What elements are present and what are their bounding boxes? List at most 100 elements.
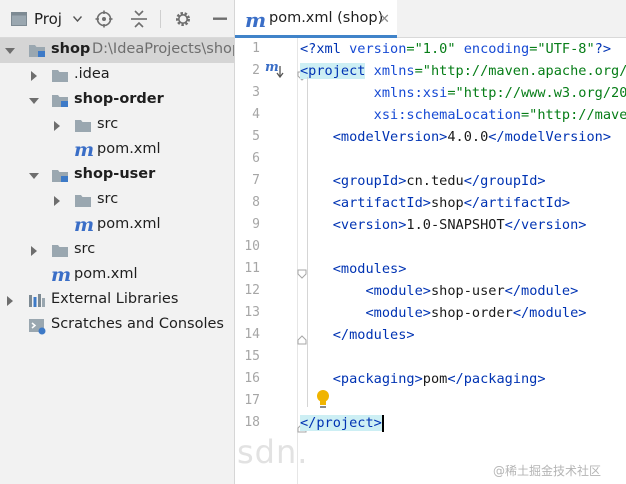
folder-icon — [74, 117, 92, 135]
maven-icon: m — [74, 214, 95, 236]
code-line-13: <module>shop-order</module> — [365, 305, 587, 321]
maven-icon: m — [51, 264, 72, 286]
collapse-all-icon[interactable] — [129, 0, 149, 38]
module-folder-icon — [51, 92, 69, 110]
project-toolbar: Proj — [0, 0, 234, 38]
tree-item-idea[interactable]: .idea — [0, 63, 234, 88]
project-tree: shop D:\IdeaProjects\shop .idea shop-ord… — [0, 38, 234, 484]
hide-minus-icon[interactable] — [212, 0, 228, 38]
tree-item-pom-xml[interactable]: m pom.xml — [0, 213, 234, 238]
code-line-2: <project xmlns="http://maven.apache.org/ — [300, 63, 626, 79]
code-editor[interactable]: <?xml version="1.0" encoding="UTF-8"?> <… — [300, 38, 626, 484]
tree-item-label: pom.xml — [97, 141, 161, 157]
folder-icon — [51, 242, 69, 260]
tree-item-label: External Libraries — [51, 291, 179, 307]
code-line-12: <module>shop-user</module> — [365, 283, 579, 299]
tree-item-label: shop — [51, 41, 91, 57]
chevron-down-icon[interactable] — [28, 170, 40, 182]
toolbar-separator — [160, 10, 161, 28]
close-icon[interactable]: ✕ — [379, 12, 390, 27]
project-path: D:\IdeaProjects\shop — [92, 41, 234, 57]
lightbulb-icon[interactable] — [315, 389, 333, 411]
line-number: 7 — [252, 173, 260, 188]
chevron-right-icon[interactable] — [28, 245, 40, 257]
tab-label: pom.xml (shop) — [269, 10, 384, 26]
text-caret — [381, 414, 384, 432]
code-line-5: <modelVersion>4.0.0</modelVersion> — [332, 129, 612, 145]
code-line-14: </modules> — [332, 327, 415, 343]
tree-item-src[interactable]: src — [0, 188, 234, 213]
line-number: 9 — [252, 217, 260, 232]
tree-item-shop-order[interactable]: shop-order — [0, 88, 234, 113]
tree-item-label: Scratches and Consoles — [51, 316, 224, 332]
line-number: 14 — [244, 327, 260, 342]
tree-item-label: src — [97, 191, 119, 207]
tree-item-scratches[interactable]: Scratches and Consoles — [0, 313, 234, 338]
tree-item-shop-user[interactable]: shop-user — [0, 163, 234, 188]
code-line-4: xsi:schemaLocation="http://mave — [373, 107, 626, 123]
tree-item-src[interactable]: src — [0, 238, 234, 263]
library-icon — [28, 292, 46, 310]
code-line-16: <packaging>pom</packaging> — [332, 371, 546, 387]
tree-item-shop[interactable]: shop D:\IdeaProjects\shop — [0, 38, 234, 63]
editor-tab-bar: m pom.xml (shop) ✕ — [235, 0, 626, 38]
tree-item-src[interactable]: src — [0, 113, 234, 138]
tree-item-label: .idea — [74, 66, 110, 82]
code-line-1: <?xml version="1.0" encoding="UTF-8"?> — [300, 41, 612, 57]
project-view-selector[interactable]: Proj — [34, 0, 62, 38]
tree-item-external-libraries[interactable]: External Libraries — [0, 288, 234, 313]
line-number: 15 — [244, 349, 260, 364]
chevron-down-icon[interactable] — [4, 45, 16, 57]
tree-item-label: pom.xml — [74, 266, 138, 282]
code-line-8: <artifactId>shop</artifactId> — [332, 195, 571, 211]
tree-item-pom-xml[interactable]: m pom.xml — [0, 263, 234, 288]
chevron-right-icon[interactable] — [28, 70, 40, 82]
maven-icon: m — [245, 8, 267, 32]
chevron-right-icon[interactable] — [51, 195, 63, 207]
line-number: 8 — [252, 195, 260, 210]
tree-item-label: shop-user — [74, 166, 156, 182]
project-view-icon — [10, 0, 28, 38]
code-line-18: </project> — [300, 414, 384, 432]
line-number: 1 — [252, 41, 260, 56]
maven-icon: m — [74, 139, 95, 161]
line-number: 16 — [244, 371, 260, 386]
line-number: 13 — [244, 305, 260, 320]
line-number: 10 — [244, 239, 260, 254]
line-number: 18 — [244, 415, 260, 430]
locate-target-icon[interactable] — [94, 0, 114, 38]
chevron-down-icon[interactable] — [72, 0, 82, 38]
line-number: 12 — [244, 283, 260, 298]
chevron-right-icon[interactable] — [51, 120, 63, 132]
line-number: 17 — [244, 393, 260, 408]
code-line-7: <groupId>cn.tedu</groupId> — [332, 173, 546, 189]
folder-icon — [74, 192, 92, 210]
line-number: 6 — [252, 151, 260, 166]
watermark-text: sdn. — [237, 433, 309, 471]
line-number: 2 — [252, 63, 260, 78]
chevron-down-icon[interactable] — [28, 95, 40, 107]
code-line-3: xmlns:xsi="http://www.w3.org/20 — [373, 85, 626, 101]
gear-icon[interactable] — [173, 0, 193, 38]
module-folder-icon — [28, 42, 46, 60]
line-number: 5 — [252, 129, 260, 144]
override-arrow-icon[interactable] — [276, 63, 284, 82]
line-number: 11 — [244, 261, 260, 276]
module-folder-icon — [51, 167, 69, 185]
tree-item-label: shop-order — [74, 91, 164, 107]
code-line-9: <version>1.0-SNAPSHOT</version> — [332, 217, 587, 233]
tree-item-label: src — [74, 241, 96, 257]
line-number: 4 — [252, 107, 260, 122]
scratch-console-icon — [28, 317, 46, 335]
line-number: 3 — [252, 85, 260, 100]
tree-item-pom-xml[interactable]: m pom.xml — [0, 138, 234, 163]
tree-item-label: pom.xml — [97, 216, 161, 232]
folder-icon — [51, 67, 69, 85]
watermark-text: @稀土掘金技术社区 — [493, 464, 602, 478]
tab-pom-xml[interactable]: m pom.xml (shop) ✕ — [235, 0, 397, 38]
chevron-right-icon[interactable] — [4, 295, 16, 307]
